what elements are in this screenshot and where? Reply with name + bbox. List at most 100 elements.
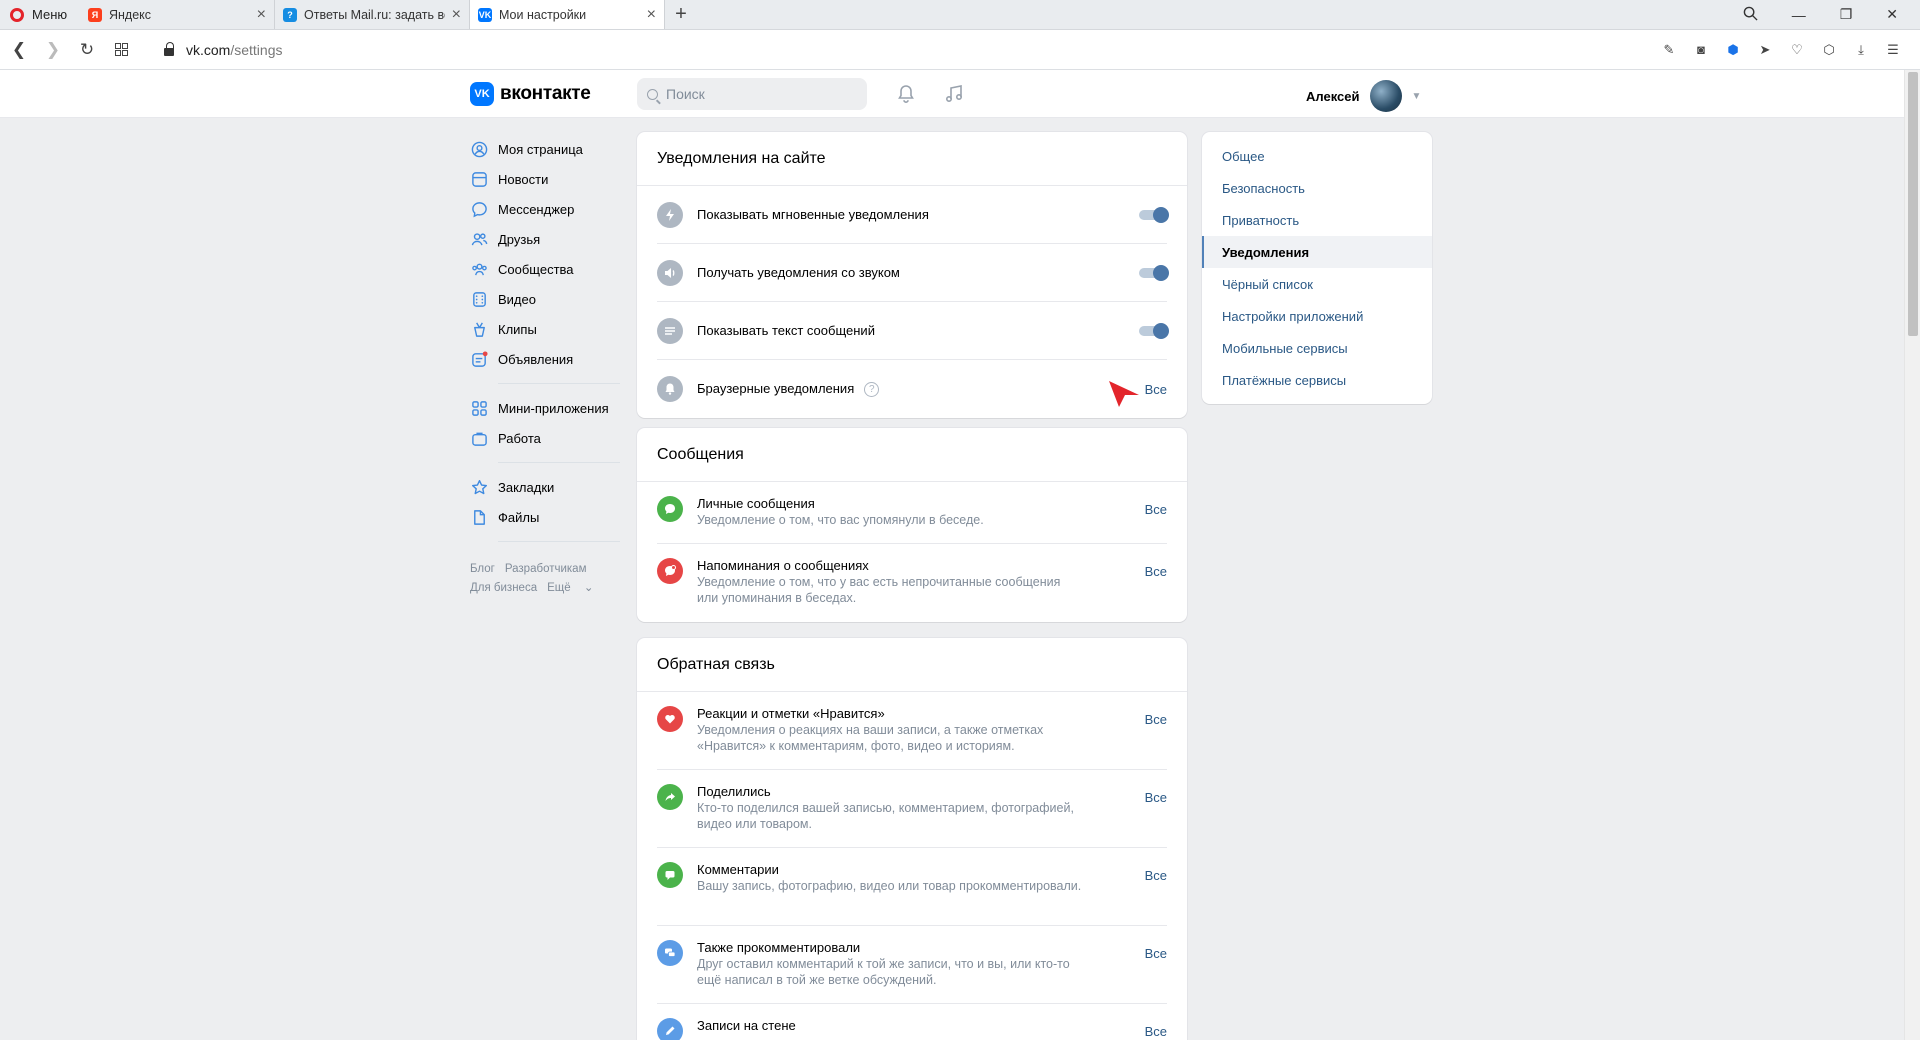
footer-link-devs[interactable]: Разработчикам [505,563,587,575]
setting-description: Кто-то поделился вашей записью, коммента… [697,801,1074,831]
news-icon [470,170,488,188]
search-tabs-icon[interactable] [1743,6,1758,24]
toggle-switch[interactable] [1139,206,1169,223]
browser-menu-button[interactable]: Меню [0,0,80,29]
messages-card: Сообщения Личные сообщения Уведомление о … [637,428,1187,622]
nav-item-work[interactable]: Работа [470,423,620,453]
opera-logo-icon [10,7,24,22]
nav-item-clips[interactable]: Клипы [470,314,620,344]
footer-more-label: Ещё [547,582,571,594]
setting-row[interactable]: Получать уведомления со звуком [657,244,1169,302]
download-icon[interactable]: ⤓ [1852,41,1870,59]
search-input[interactable]: Поиск [637,78,867,110]
back-icon[interactable]: ❮ [4,40,34,60]
nav-item-communities[interactable]: Сообщества [470,254,620,284]
setting-label: Поделились [697,784,771,799]
close-icon[interactable]: × [452,6,461,24]
value-link[interactable]: Все [1145,946,1167,961]
close-icon[interactable]: × [647,6,656,24]
nav-item-label: Друзья [498,231,541,247]
setting-row[interactable]: Поделились Кто-то поделился вашей записью… [657,770,1167,848]
settings-menu-item[interactable]: Уведомления [1202,236,1432,268]
search-icon [647,88,658,100]
settings-menu-item[interactable]: Общее [1202,140,1432,172]
nav-item-messenger[interactable]: Мессенджер [470,194,620,224]
toggle-switch[interactable] [1139,322,1169,339]
setting-row[interactable]: Показывать мгновенные уведомления [657,186,1169,244]
setting-label: Реакции и отметки «Нравится» [697,706,885,721]
settings-menu-item[interactable]: Настройки приложений [1202,300,1432,332]
vk-header: VK вконтакте Поиск Алексей ▼ [0,70,1904,118]
value-link[interactable]: Все [1145,712,1167,727]
address-bar: ❮ ❯ ↻ vk.com/settings ✎ ◙ ⬢ ➤ ♡ ⬡ ⤓ ☰ [0,30,1920,70]
value-link[interactable]: Все [1145,502,1167,517]
feedback-card: Обратная связь Реакции и отметки «Нравит… [637,638,1187,1040]
nav-item-friends[interactable]: Друзья [470,224,620,254]
nav-item-label: Мессенджер [498,201,575,217]
setting-row[interactable]: Записи на стене Все [657,1004,1167,1040]
camera-icon[interactable]: ◙ [1692,41,1710,59]
value-link[interactable]: Все [1145,564,1167,579]
vpn-shield-icon[interactable]: ⬢ [1724,41,1742,59]
restore-icon[interactable]: ❐ [1840,6,1853,23]
scrollbar-thumb[interactable] [1908,72,1918,336]
tab-yandex[interactable]: Я Яндекс × [80,0,275,29]
easy-setup-icon[interactable]: ☰ [1884,41,1902,59]
setting-row[interactable]: Также прокомментировали Друг оставил комм… [657,926,1167,1004]
settings-menu-item[interactable]: Платёжные сервисы [1202,364,1432,396]
setting-row[interactable]: Браузерные уведомления? Все [657,360,1167,418]
page-scrollbar[interactable] [1904,70,1920,1040]
reload-icon[interactable]: ↻ [72,40,102,60]
heart-outline-icon[interactable]: ♡ [1788,41,1806,59]
toggle-switch[interactable] [1139,264,1169,281]
settings-menu-item[interactable]: Мобильные сервисы [1202,332,1432,364]
close-window-icon[interactable]: ✕ [1886,6,1898,23]
value-link[interactable]: Все [1145,1024,1167,1039]
value-link[interactable]: Все [1145,382,1167,397]
footer-link-business[interactable]: Для бизнеса [470,582,537,594]
nav-item-video[interactable]: Видео [470,284,620,314]
settings-menu-item[interactable]: Безопасность [1202,172,1432,204]
setting-row[interactable]: Реакции и отметки «Нравится» Уведомления … [657,692,1167,770]
cube-icon[interactable]: ⬡ [1820,41,1838,59]
nav-item-apps[interactable]: Мини-приложения [470,393,620,423]
setting-row[interactable]: Напоминания о сообщениях Уведомление о то… [657,544,1167,622]
url-field[interactable]: vk.com/settings [164,41,282,58]
setting-row[interactable]: Личные сообщения Уведомление о том, что в… [657,482,1167,544]
vk-logo[interactable]: VK вконтакте [470,82,591,106]
tab-vk-settings[interactable]: VK Мои настройки × [470,0,665,29]
nav-item-ads[interactable]: Объявления [470,344,620,374]
music-icon[interactable] [943,83,965,105]
value-link[interactable]: Все [1145,868,1167,883]
settings-menu-item[interactable]: Приватность [1202,204,1432,236]
comment-icon [657,862,683,888]
speed-dial-icon[interactable] [106,43,136,56]
new-tab-button[interactable]: + [665,0,697,29]
settings-menu-item[interactable]: Чёрный список [1202,268,1432,300]
nav-item-files[interactable]: Файлы [470,502,620,532]
setting-row[interactable]: Показывать текст сообщений [657,302,1169,360]
nav-item-bookmarks[interactable]: Закладки [470,472,620,502]
minimize-icon[interactable]: — [1792,7,1806,23]
forward-icon[interactable]: ❯ [38,40,68,60]
nav-item-news[interactable]: Новости [470,164,620,194]
send-icon[interactable]: ➤ [1756,41,1774,59]
nav-item-label: Видео [498,291,536,307]
lock-icon [164,41,174,56]
setting-row[interactable]: Комментарии Вашу запись, фотографию, виде… [657,848,1167,926]
nav-item-profile[interactable]: Моя страница [470,134,620,164]
notifications-bell-icon[interactable] [895,83,917,105]
browser-menu-label: Меню [32,7,68,22]
value-link[interactable]: Все [1145,790,1167,805]
friends-icon [470,230,488,248]
footer-link-blog[interactable]: Блог [470,563,495,575]
tab-mailru[interactable]: ? Ответы Mail.ru: задать воп × [275,0,470,29]
help-icon[interactable]: ? [864,382,880,398]
red-pointer-arrow-icon [1109,381,1139,407]
close-icon[interactable]: × [257,6,266,24]
footer-link-more[interactable]: Ещё ⌄ [547,582,593,594]
user-menu[interactable]: Алексей ▼ [1306,80,1421,112]
nav-divider [498,541,620,542]
snapshot-edit-icon[interactable]: ✎ [1660,41,1678,59]
messenger-icon [470,200,488,218]
